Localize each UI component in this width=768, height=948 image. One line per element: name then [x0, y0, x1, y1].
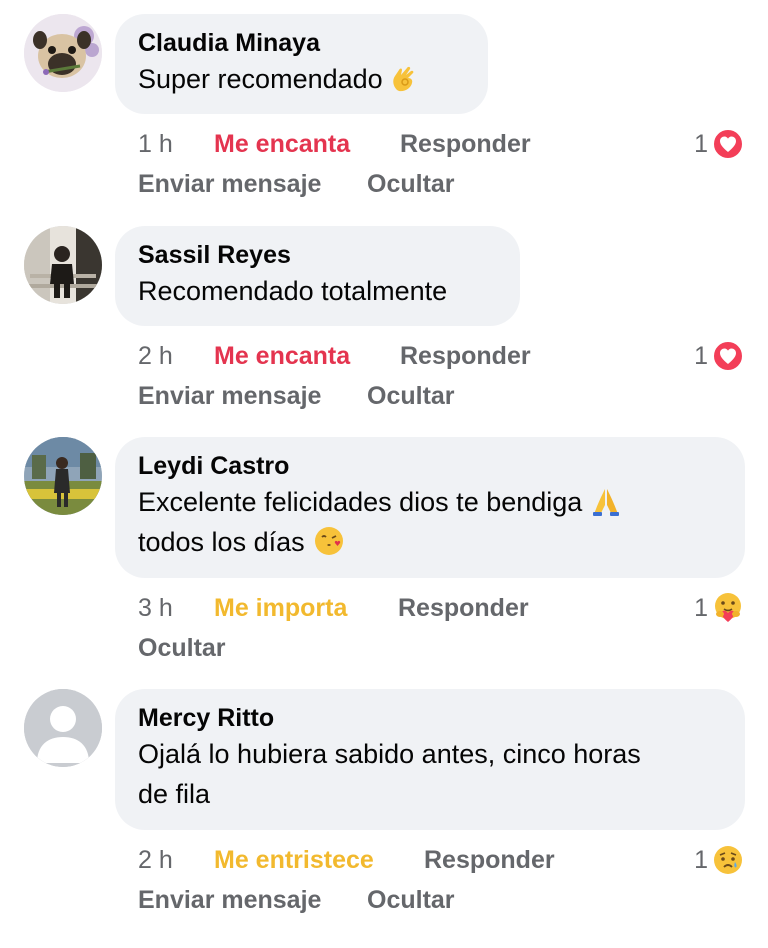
- ok-hand-emoji: [387, 62, 419, 94]
- person-outdoor-avatar-image: [24, 437, 102, 515]
- avatar[interactable]: [24, 226, 102, 304]
- comment-time[interactable]: 2 h: [138, 840, 173, 880]
- comment-text: Super recomendado: [138, 59, 464, 99]
- reply-button[interactable]: Responder: [398, 588, 529, 628]
- comment-bubble: Mercy Ritto Ojalá lo hubiera sabido ante…: [115, 689, 745, 830]
- comment-author[interactable]: Sassil Reyes: [138, 239, 496, 271]
- reaction-button[interactable]: Me entristece: [214, 840, 374, 880]
- comment-text-line-2: todos los días: [138, 522, 721, 562]
- person-photo-avatar-image: [24, 226, 102, 304]
- comment-bubble: Leydi Castro Excelente felicidades dios …: [115, 437, 745, 578]
- comment-time[interactable]: 1 h: [138, 124, 173, 164]
- reply-button[interactable]: Responder: [400, 336, 531, 376]
- care-reaction-icon: [715, 593, 741, 622]
- sad-reaction-icon: [714, 846, 742, 874]
- comment-text-line-1: Excelente felicidades dios te bendiga: [138, 482, 721, 522]
- reaction-button[interactable]: Me encanta: [214, 124, 350, 164]
- hide-button[interactable]: Ocultar: [367, 376, 455, 416]
- comment-text-line-2: de fila: [138, 779, 211, 809]
- comment-time[interactable]: 3 h: [138, 588, 173, 628]
- kissing-face-emoji: [313, 525, 345, 557]
- avatar[interactable]: [24, 689, 102, 767]
- love-reaction-icon: [712, 340, 744, 372]
- default-user-avatar-icon: [24, 689, 102, 767]
- pug-avatar-image: [24, 14, 102, 92]
- comment-time[interactable]: 2 h: [138, 336, 173, 376]
- reaction-button[interactable]: Me importa: [214, 588, 347, 628]
- comment-bubble: Sassil Reyes Recomendado totalmente: [115, 226, 520, 326]
- reaction-count[interactable]: 1: [694, 840, 744, 880]
- reaction-count[interactable]: 1: [694, 124, 744, 164]
- comment-author[interactable]: Claudia Minaya: [138, 27, 464, 59]
- send-message-button[interactable]: Enviar mensaje: [138, 376, 321, 416]
- comment-text-line-1: Ojalá lo hubiera sabido antes, cinco hor…: [138, 739, 641, 769]
- comment-author[interactable]: Mercy Ritto: [138, 702, 721, 734]
- reply-button[interactable]: Responder: [400, 124, 531, 164]
- love-reaction-icon: [712, 128, 744, 160]
- reaction-count[interactable]: 1: [694, 336, 744, 376]
- avatar[interactable]: [24, 14, 102, 92]
- reply-button[interactable]: Responder: [424, 840, 555, 880]
- send-message-button[interactable]: Enviar mensaje: [138, 164, 321, 204]
- praying-hands-emoji: [590, 485, 622, 517]
- hide-button[interactable]: Ocultar: [367, 880, 455, 920]
- hide-button[interactable]: Ocultar: [367, 164, 455, 204]
- reaction-count[interactable]: 1: [694, 588, 744, 628]
- hide-button[interactable]: Ocultar: [138, 628, 226, 668]
- comment-bubble: Claudia Minaya Super recomendado: [115, 14, 488, 114]
- comment-text: Recomendado totalmente: [138, 276, 448, 306]
- comment-author[interactable]: Leydi Castro: [138, 450, 721, 482]
- reaction-button[interactable]: Me encanta: [214, 336, 350, 376]
- avatar[interactable]: [24, 437, 102, 515]
- send-message-button[interactable]: Enviar mensaje: [138, 880, 321, 920]
